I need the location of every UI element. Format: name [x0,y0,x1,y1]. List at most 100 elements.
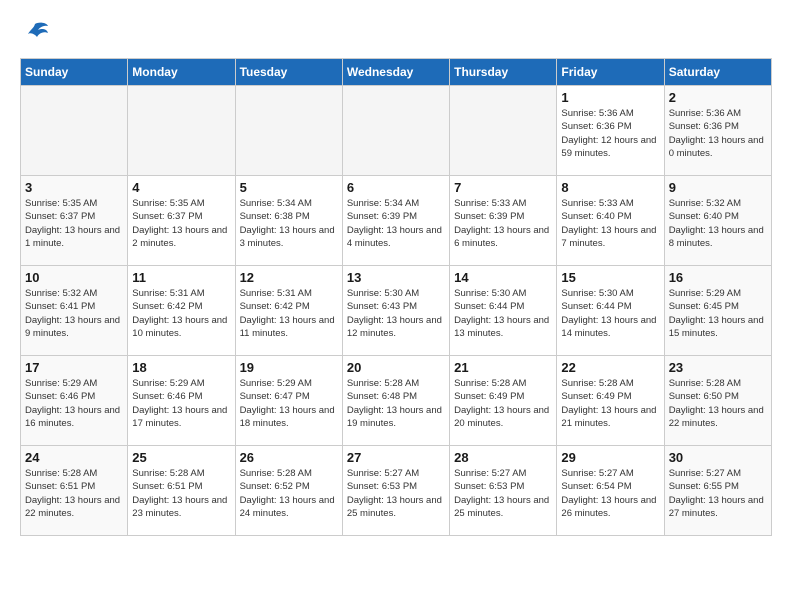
calendar-cell: 7 Sunrise: 5:33 AM Sunset: 6:39 PM Daylig… [450,176,557,266]
weekday-header-row: SundayMondayTuesdayWednesdayThursdayFrid… [21,59,772,86]
day-info: Sunrise: 5:35 AM Sunset: 6:37 PM Dayligh… [25,197,123,250]
day-number: 16 [669,270,767,285]
day-info: Sunrise: 5:32 AM Sunset: 6:40 PM Dayligh… [669,197,767,250]
day-number: 5 [240,180,338,195]
calendar-cell: 29 Sunrise: 5:27 AM Sunset: 6:54 PM Dayli… [557,446,664,536]
calendar-cell: 23 Sunrise: 5:28 AM Sunset: 6:50 PM Dayli… [664,356,771,446]
day-info: Sunrise: 5:29 AM Sunset: 6:45 PM Dayligh… [669,287,767,340]
calendar-cell: 25 Sunrise: 5:28 AM Sunset: 6:51 PM Dayli… [128,446,235,536]
day-info: Sunrise: 5:31 AM Sunset: 6:42 PM Dayligh… [132,287,230,340]
day-number: 24 [25,450,123,465]
weekday-header-thursday: Thursday [450,59,557,86]
calendar-cell: 13Sunrise: 5:30 AM Sunset: 6:43 PM Dayli… [342,266,449,356]
calendar-cell: 26 Sunrise: 5:28 AM Sunset: 6:52 PM Dayli… [235,446,342,536]
day-number: 6 [347,180,445,195]
weekday-header-wednesday: Wednesday [342,59,449,86]
day-number: 2 [669,90,767,105]
day-info: Sunrise: 5:34 AM Sunset: 6:39 PM Dayligh… [347,197,445,250]
calendar-cell [342,86,449,176]
calendar-week-row: 10Sunrise: 5:32 AM Sunset: 6:41 PM Dayli… [21,266,772,356]
day-number: 21 [454,360,552,375]
calendar-cell [21,86,128,176]
day-info: Sunrise: 5:28 AM Sunset: 6:49 PM Dayligh… [454,377,552,430]
day-info: Sunrise: 5:27 AM Sunset: 6:53 PM Dayligh… [347,467,445,520]
day-number: 17 [25,360,123,375]
calendar-cell: 30Sunrise: 5:27 AM Sunset: 6:55 PM Dayli… [664,446,771,536]
day-info: Sunrise: 5:33 AM Sunset: 6:39 PM Dayligh… [454,197,552,250]
calendar-cell: 21 Sunrise: 5:28 AM Sunset: 6:49 PM Dayli… [450,356,557,446]
day-number: 11 [132,270,230,285]
logo-icon [20,20,50,48]
day-number: 25 [132,450,230,465]
calendar-table: SundayMondayTuesdayWednesdayThursdayFrid… [20,58,772,536]
calendar-cell: 8Sunrise: 5:33 AM Sunset: 6:40 PM Daylig… [557,176,664,266]
calendar-cell: 1Sunrise: 5:36 AM Sunset: 6:36 PM Daylig… [557,86,664,176]
calendar-cell: 24 Sunrise: 5:28 AM Sunset: 6:51 PM Dayli… [21,446,128,536]
day-info: Sunrise: 5:34 AM Sunset: 6:38 PM Dayligh… [240,197,338,250]
day-number: 29 [561,450,659,465]
day-info: Sunrise: 5:30 AM Sunset: 6:44 PM Dayligh… [454,287,552,340]
calendar-cell: 15Sunrise: 5:30 AM Sunset: 6:44 PM Dayli… [557,266,664,356]
day-info: Sunrise: 5:28 AM Sunset: 6:49 PM Dayligh… [561,377,659,430]
day-info: Sunrise: 5:28 AM Sunset: 6:50 PM Dayligh… [669,377,767,430]
day-number: 26 [240,450,338,465]
weekday-header-friday: Friday [557,59,664,86]
day-number: 28 [454,450,552,465]
calendar-cell: 27 Sunrise: 5:27 AM Sunset: 6:53 PM Dayli… [342,446,449,536]
day-info: Sunrise: 5:30 AM Sunset: 6:44 PM Dayligh… [561,287,659,340]
calendar-cell: 9 Sunrise: 5:32 AM Sunset: 6:40 PM Daylig… [664,176,771,266]
day-info: Sunrise: 5:35 AM Sunset: 6:37 PM Dayligh… [132,197,230,250]
day-info: Sunrise: 5:29 AM Sunset: 6:46 PM Dayligh… [132,377,230,430]
day-info: Sunrise: 5:28 AM Sunset: 6:52 PM Dayligh… [240,467,338,520]
calendar-cell: 17 Sunrise: 5:29 AM Sunset: 6:46 PM Dayli… [21,356,128,446]
calendar-cell: 6 Sunrise: 5:34 AM Sunset: 6:39 PM Daylig… [342,176,449,266]
day-number: 9 [669,180,767,195]
calendar-cell: 16 Sunrise: 5:29 AM Sunset: 6:45 PM Dayli… [664,266,771,356]
calendar-cell: 2 Sunrise: 5:36 AM Sunset: 6:36 PM Daylig… [664,86,771,176]
day-info: Sunrise: 5:27 AM Sunset: 6:54 PM Dayligh… [561,467,659,520]
calendar-cell: 3 Sunrise: 5:35 AM Sunset: 6:37 PM Daylig… [21,176,128,266]
day-info: Sunrise: 5:27 AM Sunset: 6:55 PM Dayligh… [669,467,767,520]
logo [20,20,54,48]
day-info: Sunrise: 5:29 AM Sunset: 6:47 PM Dayligh… [240,377,338,430]
calendar-week-row: 1Sunrise: 5:36 AM Sunset: 6:36 PM Daylig… [21,86,772,176]
day-info: Sunrise: 5:28 AM Sunset: 6:51 PM Dayligh… [25,467,123,520]
calendar-cell: 18 Sunrise: 5:29 AM Sunset: 6:46 PM Dayli… [128,356,235,446]
day-info: Sunrise: 5:28 AM Sunset: 6:51 PM Dayligh… [132,467,230,520]
day-number: 18 [132,360,230,375]
page-header [20,20,772,48]
day-info: Sunrise: 5:36 AM Sunset: 6:36 PM Dayligh… [669,107,767,160]
day-info: Sunrise: 5:29 AM Sunset: 6:46 PM Dayligh… [25,377,123,430]
calendar-cell: 28 Sunrise: 5:27 AM Sunset: 6:53 PM Dayli… [450,446,557,536]
calendar-week-row: 3 Sunrise: 5:35 AM Sunset: 6:37 PM Daylig… [21,176,772,266]
day-number: 7 [454,180,552,195]
calendar-cell: 12Sunrise: 5:31 AM Sunset: 6:42 PM Dayli… [235,266,342,356]
calendar-cell: 4 Sunrise: 5:35 AM Sunset: 6:37 PM Daylig… [128,176,235,266]
calendar-cell: 22 Sunrise: 5:28 AM Sunset: 6:49 PM Dayli… [557,356,664,446]
calendar-cell: 5 Sunrise: 5:34 AM Sunset: 6:38 PM Daylig… [235,176,342,266]
day-number: 3 [25,180,123,195]
day-number: 4 [132,180,230,195]
day-info: Sunrise: 5:28 AM Sunset: 6:48 PM Dayligh… [347,377,445,430]
day-number: 27 [347,450,445,465]
calendar-cell [128,86,235,176]
day-number: 22 [561,360,659,375]
calendar-week-row: 24 Sunrise: 5:28 AM Sunset: 6:51 PM Dayli… [21,446,772,536]
day-info: Sunrise: 5:33 AM Sunset: 6:40 PM Dayligh… [561,197,659,250]
calendar-cell: 14 Sunrise: 5:30 AM Sunset: 6:44 PM Dayli… [450,266,557,356]
day-info: Sunrise: 5:31 AM Sunset: 6:42 PM Dayligh… [240,287,338,340]
weekday-header-sunday: Sunday [21,59,128,86]
day-number: 14 [454,270,552,285]
day-info: Sunrise: 5:27 AM Sunset: 6:53 PM Dayligh… [454,467,552,520]
day-info: Sunrise: 5:32 AM Sunset: 6:41 PM Dayligh… [25,287,123,340]
day-number: 23 [669,360,767,375]
weekday-header-saturday: Saturday [664,59,771,86]
weekday-header-tuesday: Tuesday [235,59,342,86]
calendar-week-row: 17 Sunrise: 5:29 AM Sunset: 6:46 PM Dayli… [21,356,772,446]
day-info: Sunrise: 5:36 AM Sunset: 6:36 PM Dayligh… [561,107,659,160]
calendar-cell: 11 Sunrise: 5:31 AM Sunset: 6:42 PM Dayli… [128,266,235,356]
day-number: 13 [347,270,445,285]
calendar-cell: 19 Sunrise: 5:29 AM Sunset: 6:47 PM Dayli… [235,356,342,446]
calendar-cell: 10Sunrise: 5:32 AM Sunset: 6:41 PM Dayli… [21,266,128,356]
day-number: 19 [240,360,338,375]
